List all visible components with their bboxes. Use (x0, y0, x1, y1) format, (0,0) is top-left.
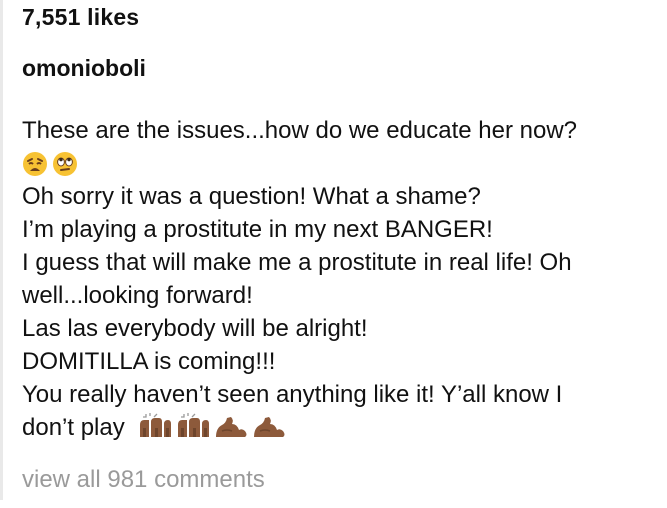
caption-line: DOMITILLA is coming!!! (22, 348, 276, 375)
eye-roll-face-icon (53, 151, 77, 176)
emoji-hands-group (137, 413, 288, 439)
caption-line: These are the issues...how do we educate… (22, 117, 577, 144)
flexed-biceps-icon (216, 417, 247, 437)
left-border (0, 0, 3, 500)
clapping-hands-icon (140, 413, 172, 437)
caption-line: I’m playing a prostitute in my next BANG… (22, 216, 493, 243)
weary-face-icon (23, 151, 47, 176)
flexed-biceps-icon (254, 417, 285, 437)
post-caption: These are the issues...how do we educate… (22, 114, 662, 444)
clapping-hands-icon (178, 413, 210, 437)
likes-count[interactable]: 7,551 likes (22, 4, 139, 31)
caption-line: I guess that will make me a prostitute i… (22, 249, 572, 276)
caption-line: Las las everybody will be alright! (22, 315, 368, 342)
caption-line: don’t play (22, 414, 125, 441)
caption-last-line: don’t play (22, 411, 662, 444)
caption-emoji-row (22, 147, 662, 180)
view-all-comments-link[interactable]: view all 981 comments (22, 466, 265, 494)
caption-line: well...looking forward! (22, 282, 253, 309)
caption-line: Oh sorry it was a question! What a shame… (22, 183, 481, 210)
post-username[interactable]: omonioboli (22, 55, 146, 82)
caption-line: You really haven’t seen anything like it… (22, 381, 563, 408)
